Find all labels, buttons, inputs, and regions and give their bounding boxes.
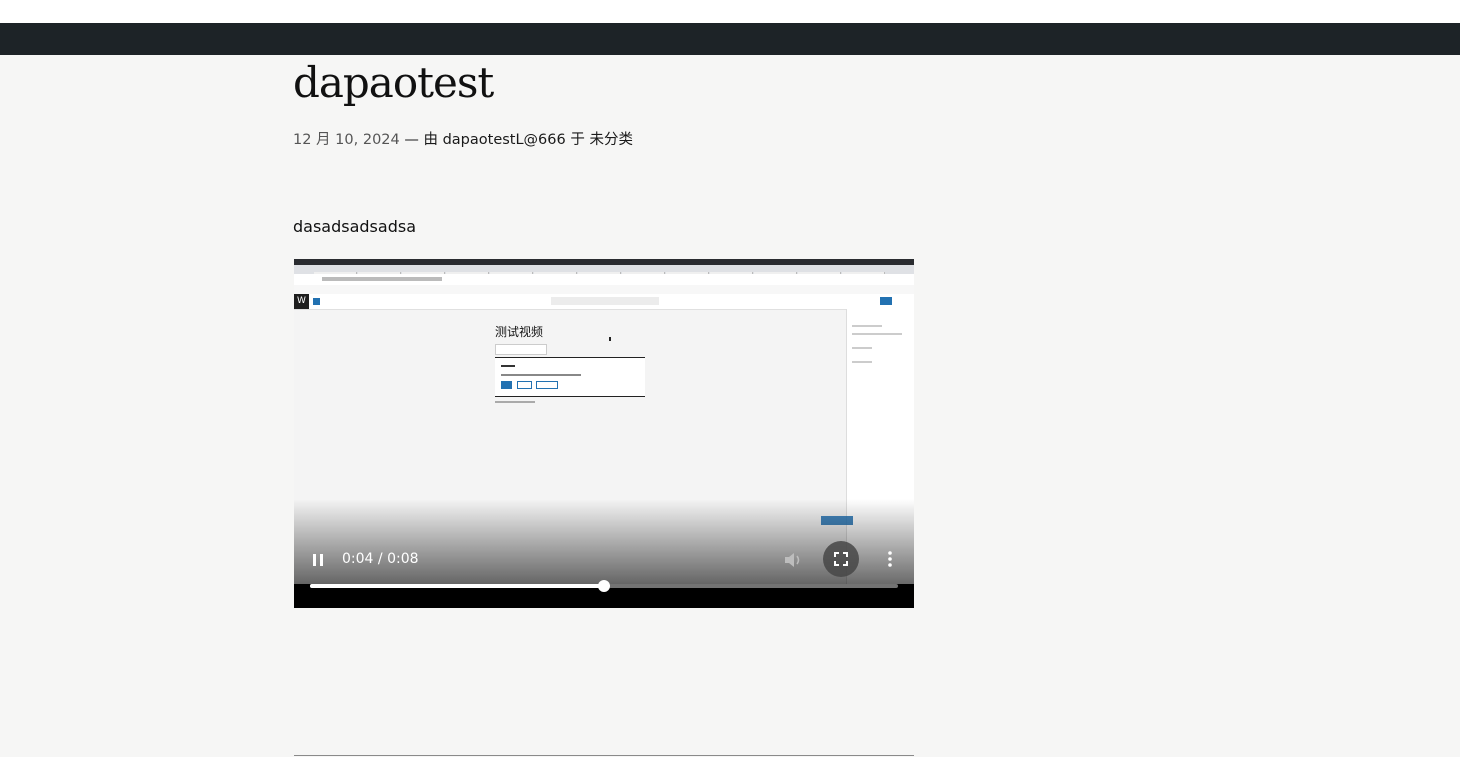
fullscreen-button[interactable] <box>823 541 859 577</box>
time-separator: / <box>373 551 388 567</box>
post-paragraph: dasadsadsadsa <box>293 217 416 236</box>
fullscreen-icon <box>834 552 848 566</box>
more-options-icon <box>888 551 892 567</box>
current-time: 0:04 <box>342 551 374 567</box>
content-divider <box>294 755 914 756</box>
volume-button[interactable] <box>784 552 804 568</box>
mouse-cursor-icon <box>609 337 611 341</box>
wordpress-icon: W <box>294 294 309 309</box>
frame-block-toolbar <box>495 344 547 355</box>
video-player[interactable]: W 测试视频 0:04 / 0:08 <box>294 259 914 608</box>
seek-thumb[interactable] <box>598 580 610 592</box>
in-word: 于 <box>570 132 585 148</box>
by-prefix: — 由 <box>404 132 438 148</box>
frame-embed-block <box>495 357 645 397</box>
frame-block-hint <box>495 401 535 403</box>
author-link[interactable]: dapaotestL@666 <box>443 132 566 148</box>
post-date[interactable]: 12 月 10, 2024 <box>293 132 400 148</box>
pause-icon <box>313 554 316 566</box>
post-title: dapaotest <box>293 58 494 107</box>
pause-button[interactable] <box>312 553 324 567</box>
frame-editor-toolbar: W <box>294 294 914 310</box>
more-options-button[interactable] <box>883 551 897 567</box>
category-link[interactable]: 未分类 <box>589 132 633 148</box>
admin-bar[interactable] <box>0 23 1460 55</box>
seek-bar-played <box>310 584 604 588</box>
volume-icon <box>785 553 800 567</box>
top-strip <box>0 0 1460 23</box>
post-meta: 12 月 10, 2024 — 由 dapaotestL@666 于 未分类 <box>293 128 633 149</box>
time-display: 0:04 / 0:08 <box>342 551 419 567</box>
frame-browser-tabs <box>294 265 914 279</box>
duration: 0:08 <box>387 551 419 567</box>
frame-post-title: 测试视频 <box>495 325 544 339</box>
seek-bar[interactable] <box>310 580 898 592</box>
